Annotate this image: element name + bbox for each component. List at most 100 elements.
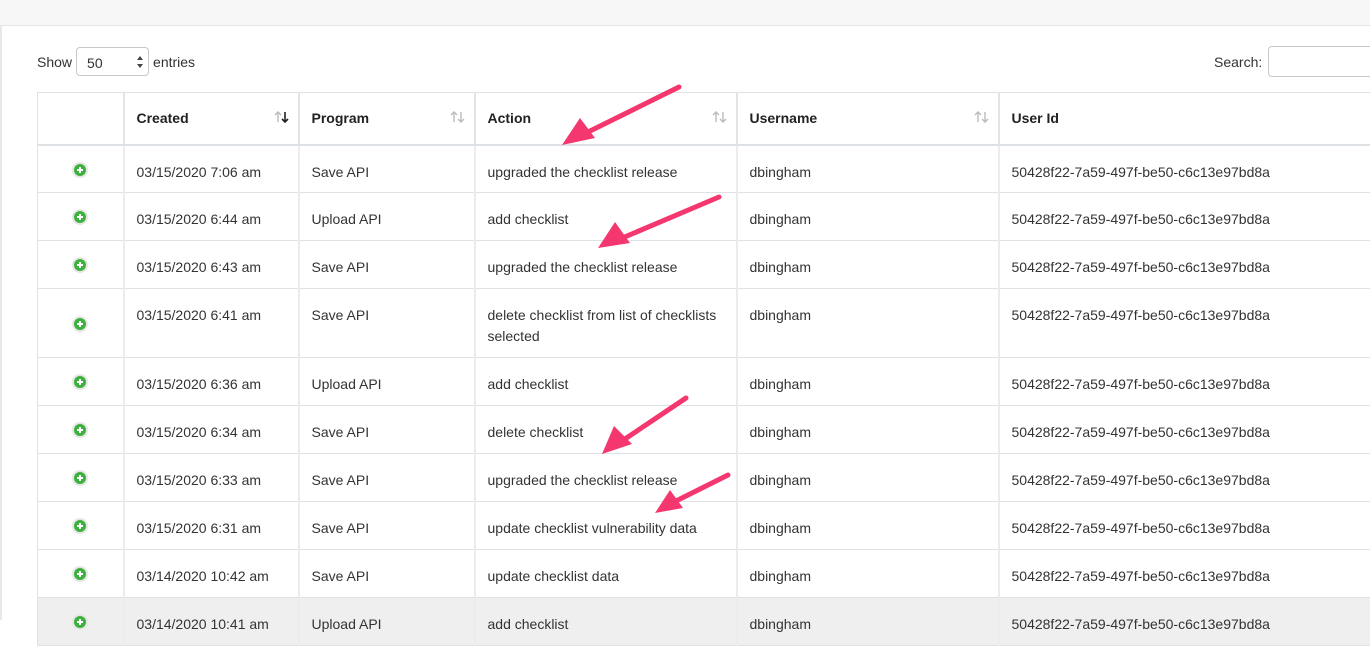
column-header-label: User Id xyxy=(1012,110,1059,126)
plus-circle-icon[interactable] xyxy=(72,422,88,438)
plus-circle-icon[interactable] xyxy=(72,257,88,273)
cell-username: dbingham xyxy=(737,598,999,646)
entries-length-control: Show 50 entries xyxy=(37,46,195,77)
cell-action: add checklist xyxy=(475,598,737,646)
sort-arrows-icon xyxy=(712,110,728,124)
cell-user-id: 50428f22-7a59-497f-be50-c6c13e97bd8a xyxy=(999,502,1370,550)
table-row: 03/15/2020 6:31 am Save API update check… xyxy=(38,502,1370,550)
cell-user-id: 50428f22-7a59-497f-be50-c6c13e97bd8a xyxy=(999,241,1370,289)
cell-program: Upload API xyxy=(299,358,475,406)
cell-user-id: 50428f22-7a59-497f-be50-c6c13e97bd8a xyxy=(999,145,1370,193)
row-expand-cell[interactable] xyxy=(38,289,124,358)
cell-action: delete checklist xyxy=(475,406,737,454)
sort-arrows-icon xyxy=(974,110,990,124)
cell-username: dbingham xyxy=(737,502,999,550)
audit-log-table: Created Program Action xyxy=(37,92,1370,646)
cell-created: 03/15/2020 6:44 am xyxy=(124,193,299,241)
cell-user-id: 50428f22-7a59-497f-be50-c6c13e97bd8a xyxy=(999,289,1370,358)
cell-username: dbingham xyxy=(737,193,999,241)
top-toolbar xyxy=(0,0,1370,26)
plus-circle-icon[interactable] xyxy=(72,162,88,178)
cell-program: Save API xyxy=(299,502,475,550)
column-header-user-id[interactable]: User Id xyxy=(999,93,1370,145)
plus-circle-icon[interactable] xyxy=(72,374,88,390)
row-expand-cell[interactable] xyxy=(38,454,124,502)
column-header-action[interactable]: Action xyxy=(475,93,737,145)
table-row: 03/14/2020 10:41 am Upload API add check… xyxy=(38,598,1370,646)
cell-program: Save API xyxy=(299,454,475,502)
table-row: 03/15/2020 7:06 am Save API upgraded the… xyxy=(38,145,1370,193)
cell-user-id: 50428f22-7a59-497f-be50-c6c13e97bd8a xyxy=(999,406,1370,454)
table-row: 03/15/2020 6:44 am Upload API add checkl… xyxy=(38,193,1370,241)
cell-created: 03/15/2020 6:33 am xyxy=(124,454,299,502)
sort-arrows-icon xyxy=(450,110,466,124)
plus-circle-icon[interactable] xyxy=(72,316,88,332)
cell-action: update checklist vulnerability data xyxy=(475,502,737,550)
cell-action: upgraded the checklist release xyxy=(475,241,737,289)
cell-action: add checklist xyxy=(475,358,737,406)
row-expand-cell[interactable] xyxy=(38,502,124,550)
cell-username: dbingham xyxy=(737,550,999,598)
cell-user-id: 50428f22-7a59-497f-be50-c6c13e97bd8a xyxy=(999,598,1370,646)
cell-user-id: 50428f22-7a59-497f-be50-c6c13e97bd8a xyxy=(999,454,1370,502)
table-row: 03/14/2020 10:42 am Save API update chec… xyxy=(38,550,1370,598)
column-header-control xyxy=(38,93,124,145)
cell-action: upgraded the checklist release xyxy=(475,145,737,193)
left-border xyxy=(0,25,2,620)
row-expand-cell[interactable] xyxy=(38,241,124,289)
row-expand-cell[interactable] xyxy=(38,550,124,598)
cell-program: Save API xyxy=(299,550,475,598)
column-header-label: Username xyxy=(750,110,818,126)
cell-username: dbingham xyxy=(737,454,999,502)
entries-select-value: 50 xyxy=(87,55,103,71)
cell-program: Upload API xyxy=(299,598,475,646)
row-expand-cell[interactable] xyxy=(38,145,124,193)
row-expand-cell[interactable] xyxy=(38,358,124,406)
entries-select[interactable]: 50 xyxy=(76,47,149,76)
cell-action: update checklist data xyxy=(475,550,737,598)
entries-label: entries xyxy=(153,54,195,70)
search-label: Search: xyxy=(1214,54,1262,70)
plus-circle-icon[interactable] xyxy=(72,470,88,486)
show-label: Show xyxy=(37,54,72,70)
plus-circle-icon[interactable] xyxy=(72,614,88,630)
row-expand-cell[interactable] xyxy=(38,598,124,646)
column-header-created[interactable]: Created xyxy=(124,93,299,145)
table-row: 03/15/2020 6:34 am Save API delete check… xyxy=(38,406,1370,454)
cell-program: Save API xyxy=(299,289,475,358)
cell-username: dbingham xyxy=(737,406,999,454)
cell-created: 03/14/2020 10:41 am xyxy=(124,598,299,646)
cell-user-id: 50428f22-7a59-497f-be50-c6c13e97bd8a xyxy=(999,550,1370,598)
row-expand-cell[interactable] xyxy=(38,406,124,454)
cell-created: 03/15/2020 6:31 am xyxy=(124,502,299,550)
cell-program: Save API xyxy=(299,406,475,454)
table-row: 03/15/2020 6:33 am Save API upgraded the… xyxy=(38,454,1370,502)
cell-created: 03/15/2020 6:36 am xyxy=(124,358,299,406)
cell-action: delete checklist from list of checklists… xyxy=(475,289,737,358)
row-expand-cell[interactable] xyxy=(38,193,124,241)
cell-created: 03/15/2020 6:41 am xyxy=(124,289,299,358)
cell-created: 03/15/2020 6:43 am xyxy=(124,241,299,289)
cell-action: upgraded the checklist release xyxy=(475,454,737,502)
cell-created: 03/14/2020 10:42 am xyxy=(124,550,299,598)
cell-created: 03/15/2020 7:06 am xyxy=(124,145,299,193)
table-row: 03/15/2020 6:43 am Save API upgraded the… xyxy=(38,241,1370,289)
column-header-program[interactable]: Program xyxy=(299,93,475,145)
plus-circle-icon[interactable] xyxy=(72,518,88,534)
cell-program: Save API xyxy=(299,145,475,193)
cell-program: Upload API xyxy=(299,193,475,241)
cell-username: dbingham xyxy=(737,145,999,193)
cell-username: dbingham xyxy=(737,358,999,406)
column-header-username[interactable]: Username xyxy=(737,93,999,145)
column-header-label: Action xyxy=(488,110,532,126)
cell-username: dbingham xyxy=(737,289,999,358)
cell-created: 03/15/2020 6:34 am xyxy=(124,406,299,454)
plus-circle-icon[interactable] xyxy=(72,209,88,225)
column-header-label: Created xyxy=(137,110,189,126)
search-input[interactable] xyxy=(1268,46,1370,77)
plus-circle-icon[interactable] xyxy=(72,566,88,582)
cell-action: add checklist xyxy=(475,193,737,241)
table-row: 03/15/2020 6:41 am Save API delete check… xyxy=(38,289,1370,358)
cell-username: dbingham xyxy=(737,241,999,289)
column-header-label: Program xyxy=(312,110,370,126)
